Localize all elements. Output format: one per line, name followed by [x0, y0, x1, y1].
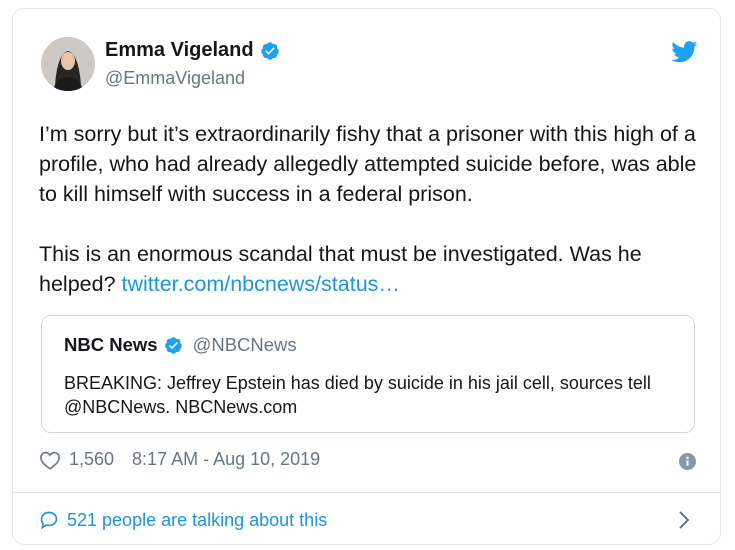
timestamp[interactable]: 8:17 AM - Aug 10, 2019 [132, 449, 320, 470]
avatar[interactable] [41, 37, 95, 91]
conversation-text[interactable]: 521 people are talking about this [67, 510, 327, 531]
tweet-meta-row: 1,560 8:17 AM - Aug 10, 2019 [39, 449, 320, 470]
quoted-author-handle: @NBCNews [192, 334, 297, 355]
twitter-bird-icon[interactable] [671, 41, 698, 63]
author-name-row[interactable]: Emma Vigeland [105, 39, 280, 62]
divider [13, 492, 720, 493]
quoted-author-row: NBC News @NBCNews [64, 334, 297, 356]
author-display-name[interactable]: Emma Vigeland [105, 39, 254, 62]
tweet-link[interactable]: twitter.com/nbcnews/status… [122, 272, 400, 296]
conversation-link[interactable]: 521 people are talking about this [39, 506, 700, 534]
quoted-author-name: NBC News [64, 334, 158, 355]
tweet-body: I’m sorry but it’s extraordinarily fishy… [39, 119, 709, 299]
tweet-paragraph-1: I’m sorry but it’s extraordinarily fishy… [39, 122, 703, 206]
heart-icon[interactable] [39, 450, 61, 470]
tweet-card: Emma Vigeland @EmmaVigeland I’m sorry bu… [12, 8, 721, 545]
like-count[interactable]: 1,560 [69, 449, 114, 470]
verified-badge-icon [260, 41, 279, 60]
speech-bubble-icon [40, 511, 58, 530]
verified-badge-icon [164, 336, 182, 354]
chevron-right-icon[interactable] [678, 510, 690, 530]
author-handle[interactable]: @EmmaVigeland [105, 68, 245, 89]
quoted-tweet-text: BREAKING: Jeffrey Epstein has died by su… [64, 373, 651, 417]
quoted-tweet[interactable]: NBC News @NBCNews BREAKING: Jeffrey Epst… [41, 315, 695, 433]
info-icon[interactable] [679, 453, 696, 470]
